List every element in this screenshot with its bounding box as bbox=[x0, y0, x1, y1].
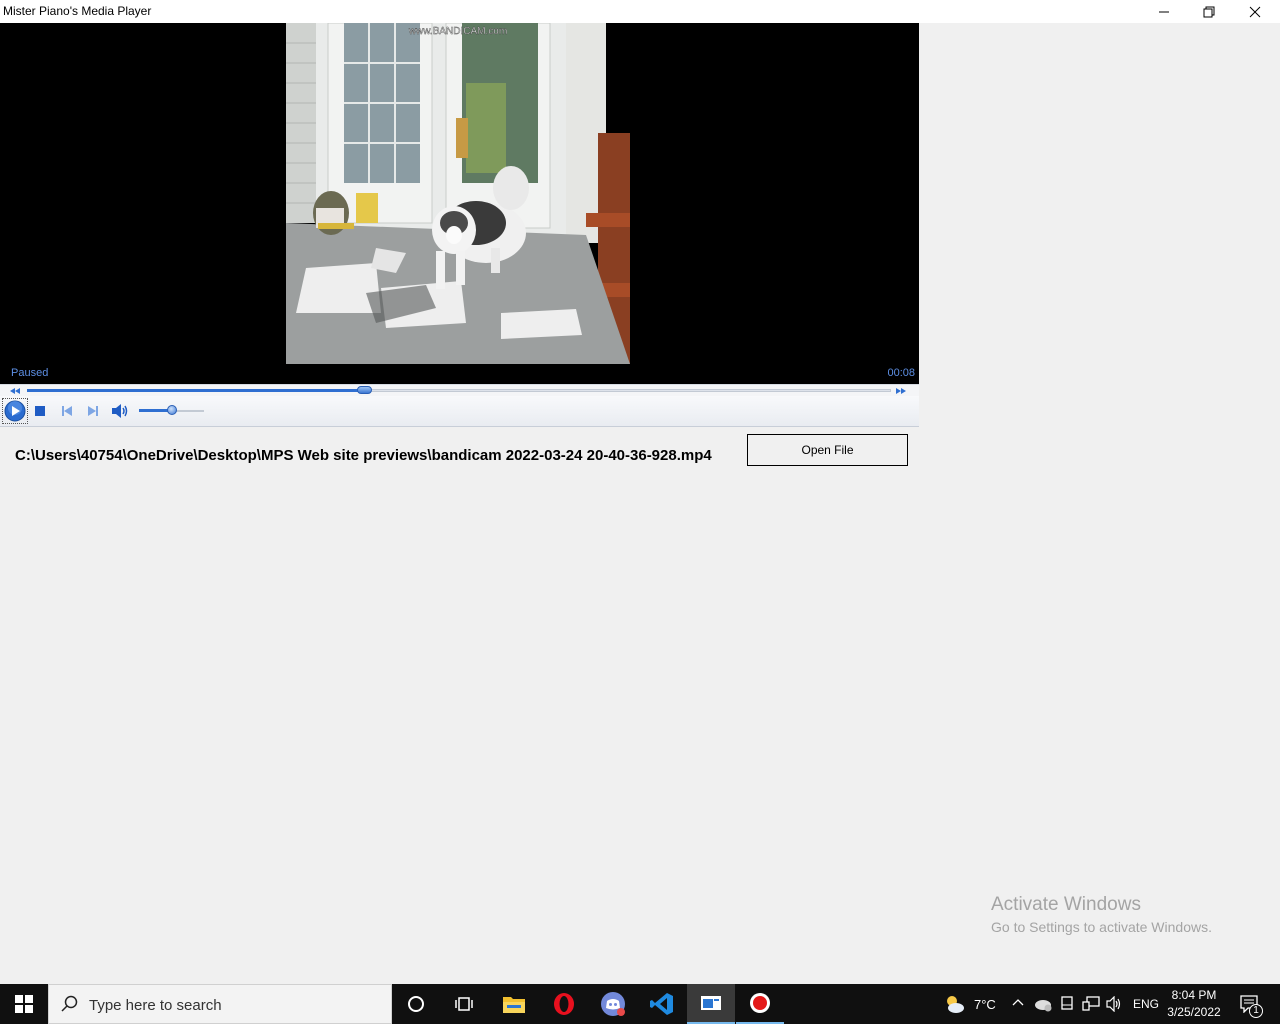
restore-button[interactable] bbox=[1186, 0, 1232, 23]
search-placeholder: Type here to search bbox=[89, 997, 222, 1014]
clock-date: 3/25/2022 bbox=[1167, 1005, 1221, 1019]
file-explorer-icon bbox=[503, 997, 525, 1013]
discord-button[interactable] bbox=[589, 984, 637, 1024]
action-center-button[interactable]: 1 bbox=[1232, 984, 1280, 1024]
previous-icon bbox=[62, 406, 72, 416]
system-clock[interactable]: 8:04 PM 3/25/2022 bbox=[1160, 987, 1228, 1021]
cortana-icon bbox=[408, 996, 424, 1012]
file-path-label: C:\Users\40754\OneDrive\Desktop\MPS Web … bbox=[15, 447, 712, 464]
bandicam-button[interactable] bbox=[736, 984, 784, 1024]
search-icon bbox=[61, 995, 78, 1012]
video-frame: www.BANDICAM.com bbox=[286, 23, 630, 364]
seek-progress bbox=[27, 389, 364, 392]
previous-button[interactable] bbox=[59, 403, 75, 419]
media-player: www.BANDICAM.com Paused 00:08 bbox=[0, 23, 919, 427]
transport-controls bbox=[0, 396, 919, 427]
video-display[interactable]: www.BANDICAM.com bbox=[0, 23, 919, 384]
input-language[interactable]: ENG bbox=[1133, 997, 1159, 1011]
task-view-button[interactable] bbox=[440, 984, 488, 1024]
windows-logo-icon bbox=[15, 995, 33, 1013]
discord-icon bbox=[601, 992, 625, 1016]
play-icon bbox=[4, 400, 26, 422]
opera-button[interactable] bbox=[540, 984, 588, 1024]
volume-icon bbox=[112, 404, 128, 418]
playback-status: Paused bbox=[11, 367, 49, 379]
seek-thumb[interactable] bbox=[357, 386, 372, 394]
next-button[interactable] bbox=[85, 403, 101, 419]
open-file-button[interactable]: Open File bbox=[747, 434, 908, 466]
next-icon bbox=[88, 406, 98, 416]
onedrive-icon[interactable] bbox=[1033, 996, 1053, 1012]
stop-icon bbox=[35, 406, 45, 416]
show-hidden-icons-icon[interactable] bbox=[1012, 998, 1024, 1006]
window-title: Mister Piano's Media Player bbox=[3, 4, 152, 18]
vscode-icon bbox=[650, 993, 673, 1015]
weather-icon[interactable] bbox=[942, 993, 966, 1015]
watermark-title: Activate Windows bbox=[991, 894, 1141, 915]
vscode-button[interactable] bbox=[638, 984, 686, 1024]
taskbar: Type here to search 7°C ENG 8:04 PM 3/25… bbox=[0, 984, 1280, 1024]
bandicam-icon bbox=[750, 993, 770, 1013]
start-button[interactable] bbox=[0, 984, 48, 1024]
media-player-icon bbox=[701, 996, 721, 1010]
seek-bar[interactable] bbox=[0, 384, 919, 396]
playback-status-bar: Paused 00:08 bbox=[0, 364, 919, 384]
elapsed-time: 00:08 bbox=[887, 367, 915, 379]
speaker-icon[interactable] bbox=[1105, 996, 1123, 1012]
notification-count: 1 bbox=[1249, 1004, 1263, 1018]
task-view-icon bbox=[455, 997, 473, 1011]
play-button[interactable] bbox=[2, 398, 28, 424]
clock-time: 8:04 PM bbox=[1171, 988, 1217, 1002]
title-bar: Mister Piano's Media Player bbox=[0, 0, 1280, 23]
stop-button[interactable] bbox=[32, 403, 48, 419]
fast-forward-icon[interactable] bbox=[895, 386, 907, 396]
taskbar-search-box[interactable]: Type here to search bbox=[48, 984, 392, 1024]
activate-windows-watermark: Activate Windows Go to Settings to activ… bbox=[991, 893, 1212, 937]
rewind-icon[interactable] bbox=[9, 386, 21, 396]
restore-icon bbox=[1203, 6, 1215, 17]
watermark-subtitle: Go to Settings to activate Windows. bbox=[991, 919, 1212, 935]
minimize-icon bbox=[1159, 11, 1169, 12]
bandicam-watermark: www.BANDICAM.com bbox=[408, 26, 507, 37]
minimize-button[interactable] bbox=[1141, 0, 1187, 23]
device-icon[interactable] bbox=[1059, 996, 1075, 1012]
weather-temperature[interactable]: 7°C bbox=[974, 997, 996, 1012]
cortana-button[interactable] bbox=[392, 984, 440, 1024]
opera-icon bbox=[554, 993, 574, 1015]
close-button[interactable] bbox=[1232, 0, 1278, 23]
file-explorer-button[interactable] bbox=[490, 984, 538, 1024]
media-player-taskbar-button[interactable] bbox=[687, 984, 735, 1024]
close-icon bbox=[1249, 6, 1261, 17]
volume-thumb[interactable] bbox=[167, 405, 177, 415]
network-icon[interactable] bbox=[1082, 996, 1100, 1012]
mute-button[interactable] bbox=[110, 402, 130, 420]
